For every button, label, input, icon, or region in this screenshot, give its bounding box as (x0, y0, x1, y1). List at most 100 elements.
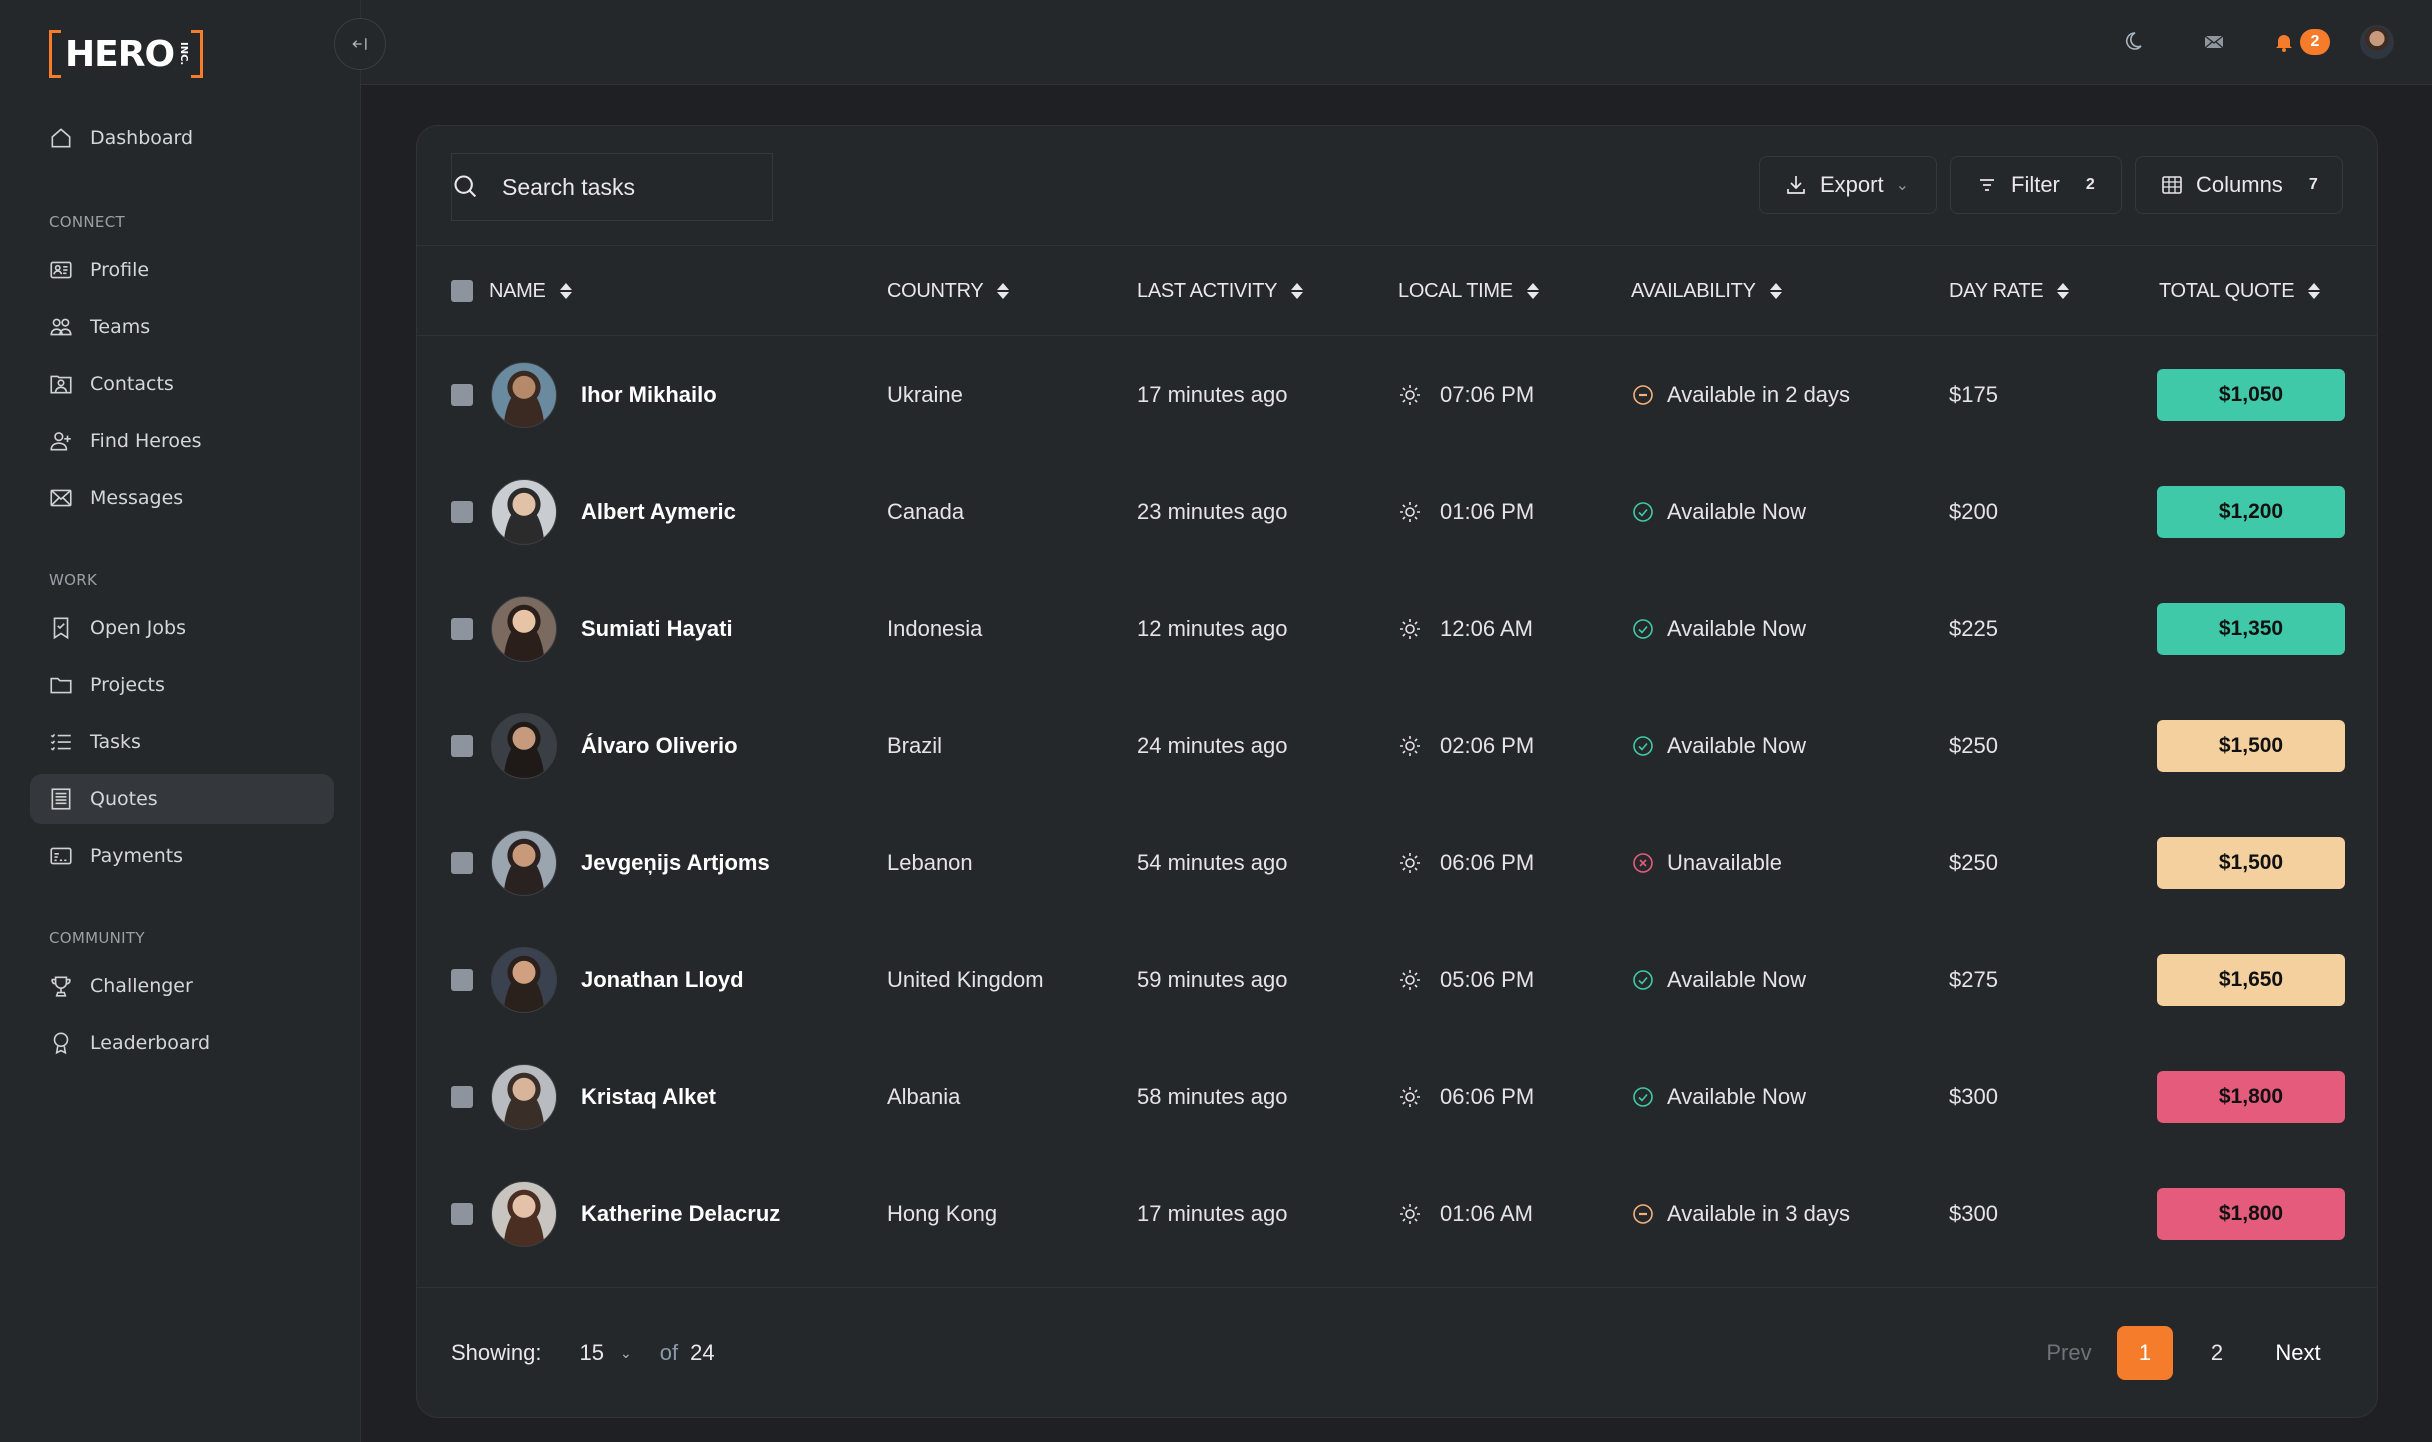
hero-name[interactable]: Álvaro Oliverio (581, 733, 738, 759)
sidebar-item-label: Projects (90, 674, 165, 696)
row-checkbox[interactable] (451, 1202, 473, 1225)
hero-name[interactable]: Jonathan Lloyd (581, 967, 744, 993)
brand-logo[interactable]: HERO INC. (49, 30, 204, 78)
sidebar-item-payments[interactable]: Payments (30, 831, 334, 881)
total-quote-badge[interactable]: $1,800 (2157, 1187, 2345, 1240)
notifications-button[interactable] (2270, 22, 2298, 62)
check-circle-icon (1633, 735, 1653, 756)
sidebar-item-leaderboard[interactable]: Leaderboard (30, 1018, 334, 1068)
sidebar-item-contacts[interactable]: Contacts (30, 359, 334, 409)
total-quote-badge[interactable]: $1,500 (2157, 719, 2345, 772)
local-time: 06:06 PM (1440, 849, 1535, 875)
avatar (491, 712, 557, 779)
page-2-button[interactable]: 2 (2189, 1326, 2245, 1380)
sidebar-item-dashboard[interactable]: Dashboard (30, 113, 334, 163)
users-icon (48, 314, 74, 340)
collapse-sidebar-button[interactable] (334, 18, 386, 70)
sidebar-item-challenger[interactable]: Challenger (30, 961, 334, 1011)
sidebar-item-profile[interactable]: Profile (30, 245, 334, 295)
hero-name[interactable]: Katherine Delacruz (581, 1201, 780, 1227)
column-header-local-time[interactable]: LOCAL TIME (1398, 246, 1539, 336)
sidebar-section-community: COMMUNITY (49, 929, 145, 947)
total-quote-badge[interactable]: $1,650 (2157, 953, 2345, 1006)
total-quote-badge[interactable]: $1,500 (2157, 836, 2345, 889)
row-checkbox[interactable] (451, 383, 473, 406)
table-row[interactable]: Katherine Delacruz Hong Kong 17 minutes ag… (417, 1155, 2377, 1272)
sidebar-item-quotes[interactable]: Quotes (30, 774, 334, 824)
table-row[interactable]: Kristaq Alket Albania 58 minutes ago 06:06 … (417, 1038, 2377, 1155)
table-row[interactable]: Albert Aymeric Canada 23 minutes ago 01:06 … (417, 453, 2377, 570)
bookmark-check-icon (48, 615, 74, 641)
row-checkbox[interactable] (451, 617, 473, 640)
sidebar-item-tasks[interactable]: Tasks (30, 717, 334, 767)
table-row[interactable]: Ihor Mikhailo Ukraine 17 minutes ago 07:06 … (417, 336, 2377, 453)
column-header-country[interactable]: COUNTRY (887, 246, 1010, 336)
row-checkbox[interactable] (451, 1085, 473, 1108)
column-header-last-activity[interactable]: LAST ACTIVITY (1137, 246, 1304, 336)
sidebar-item-find-heroes[interactable]: Find Heroes (30, 416, 334, 466)
total-quote-badge[interactable]: $1,050 (2157, 368, 2345, 421)
table-row[interactable]: Jevgeņijs Artjoms Lebanon 54 minutes ago 06… (417, 804, 2377, 921)
avatar (491, 595, 557, 662)
column-header-total-quote[interactable]: TOTAL QUOTE (2159, 246, 2321, 336)
hero-name[interactable]: Jevgeņijs Artjoms (581, 850, 770, 876)
export-label: Export (1820, 172, 1884, 197)
sidebar-item-open-jobs[interactable]: Open Jobs (30, 603, 334, 653)
day-rate: $300 (1949, 1200, 1998, 1226)
column-header-day-rate[interactable]: DAY RATE (1949, 246, 2070, 336)
export-button[interactable]: Export ⌄ (1759, 156, 1937, 214)
table-row[interactable]: Álvaro Oliverio Brazil 24 minutes ago 02:06… (417, 687, 2377, 804)
user-avatar[interactable] (2360, 25, 2394, 59)
user-plus-icon (48, 428, 74, 454)
row-checkbox[interactable] (451, 734, 473, 757)
page-size-select[interactable]: 15 ⌄ (580, 1340, 632, 1366)
search-input[interactable] (502, 173, 722, 201)
table-body: Ihor Mikhailo Ukraine 17 minutes ago 07:06 … (417, 336, 2377, 1272)
columns-count: 7 (2308, 176, 2318, 193)
top-bar: 2 (361, 0, 2432, 85)
table-row[interactable]: Jonathan Lloyd United Kingdom 59 minutes a… (417, 921, 2377, 1038)
table-toolbar: Export ⌄ Filter 2 Columns 7 (417, 126, 2377, 246)
filter-button[interactable]: Filter 2 (1950, 156, 2122, 214)
column-header-name[interactable]: NAME (489, 246, 572, 336)
prev-page-button[interactable]: Prev (2029, 1326, 2109, 1380)
hero-name[interactable]: Kristaq Alket (581, 1084, 716, 1110)
sun-icon (1400, 384, 1420, 405)
row-checkbox[interactable] (451, 968, 473, 991)
total-quote-badge[interactable]: $1,800 (2157, 1070, 2345, 1123)
page-1-button[interactable]: 1 (2117, 1326, 2173, 1380)
day-rate: $250 (1949, 732, 1998, 758)
hero-name[interactable]: Sumiati Hayati (581, 616, 733, 642)
sidebar-item-teams[interactable]: Teams (30, 302, 334, 352)
row-checkbox[interactable] (451, 500, 473, 523)
total-quote-badge[interactable]: $1,350 (2157, 602, 2345, 655)
messages-button[interactable] (2194, 22, 2234, 62)
sidebar-item-label: Dashboard (90, 127, 194, 149)
column-header-label: DAY RATE (1949, 279, 2044, 302)
search-box[interactable] (451, 153, 773, 221)
sort-icon (1769, 283, 1782, 299)
column-header-availability[interactable]: AVAILABILITY (1631, 246, 1782, 336)
table-row[interactable]: Sumiati Hayati Indonesia 12 minutes ago 12:… (417, 570, 2377, 687)
select-all-checkbox[interactable] (451, 280, 473, 302)
next-page-button[interactable]: Next (2253, 1326, 2343, 1380)
sidebar-item-projects[interactable]: Projects (30, 660, 334, 710)
sun-icon (1400, 501, 1420, 522)
logo-suffix: INC. (178, 42, 190, 66)
sort-icon (997, 283, 1010, 299)
row-checkbox[interactable] (451, 851, 473, 874)
hero-name[interactable]: Albert Aymeric (581, 499, 736, 525)
columns-button[interactable]: Columns 7 (2135, 156, 2343, 214)
theme-toggle-button[interactable] (2112, 22, 2152, 62)
hero-name[interactable]: Ihor Mikhailo (581, 382, 717, 408)
check-circle-icon (1633, 618, 1653, 639)
total-quote-badge[interactable]: $1,200 (2157, 485, 2345, 538)
avatar (491, 1180, 557, 1247)
check-circle-icon (1633, 501, 1653, 522)
sidebar-nav: Dashboard CONNECT Profile Teams Contacts Find… (30, 113, 334, 1075)
local-time: 01:06 AM (1440, 1200, 1533, 1226)
sidebar-item-messages[interactable]: Messages (30, 473, 334, 523)
sidebar: HERO INC. Dashboard CONNECT Profile Teams Co… (0, 0, 361, 1442)
day-rate: $300 (1949, 1083, 1998, 1109)
local-time: 05:06 PM (1440, 966, 1535, 992)
